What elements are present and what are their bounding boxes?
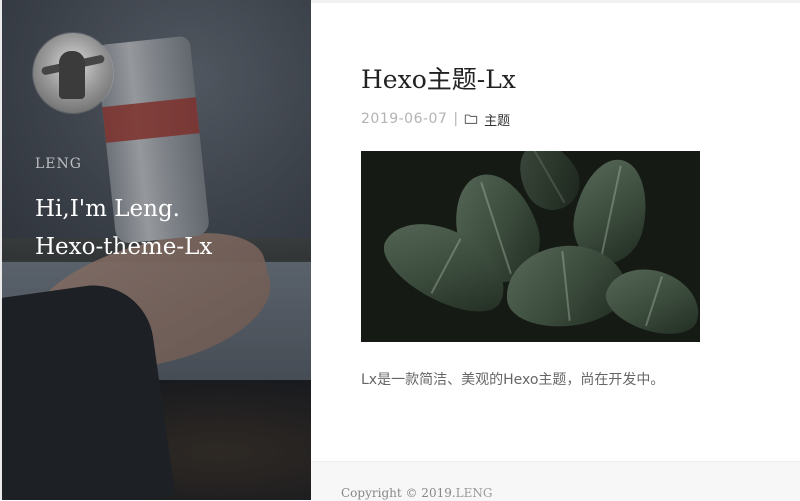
post-date: 2019-06-07 bbox=[361, 111, 448, 127]
top-divider bbox=[311, 0, 800, 3]
meta-separator: | bbox=[453, 111, 459, 127]
footer-copyright: Copyright © 2019.LENG bbox=[341, 486, 492, 500]
post-excerpt: Lx是一款简洁、美观的Hexo主题，尚在开发中。 bbox=[361, 372, 665, 388]
footer: Copyright © 2019.LENG bbox=[311, 461, 800, 501]
hero-headline-line1: Hi,I'm Leng. bbox=[35, 196, 180, 222]
hero-headline-line2: Hexo-theme-Lx bbox=[35, 234, 213, 260]
main-content: Hexo主题-Lx 2019-06-07 | 主题 Lx是一款简洁、美观的Hex… bbox=[311, 0, 800, 501]
post-thumbnail[interactable] bbox=[361, 151, 700, 342]
avatar[interactable] bbox=[33, 33, 113, 113]
folder-icon bbox=[464, 114, 478, 124]
post-meta: 2019-06-07 | 主题 bbox=[361, 109, 510, 129]
copyright-author-link[interactable]: LENG bbox=[456, 486, 493, 500]
avatar-figure bbox=[59, 51, 85, 99]
hero-author-name: LENG bbox=[35, 156, 82, 172]
hero-panel: LENG Hi,I'm Leng. Hexo-theme-Lx bbox=[0, 0, 311, 500]
copyright-text: Copyright © 2019. bbox=[341, 486, 456, 500]
post-category-link[interactable]: 主题 bbox=[484, 110, 510, 129]
post-title[interactable]: Hexo主题-Lx bbox=[361, 60, 516, 96]
